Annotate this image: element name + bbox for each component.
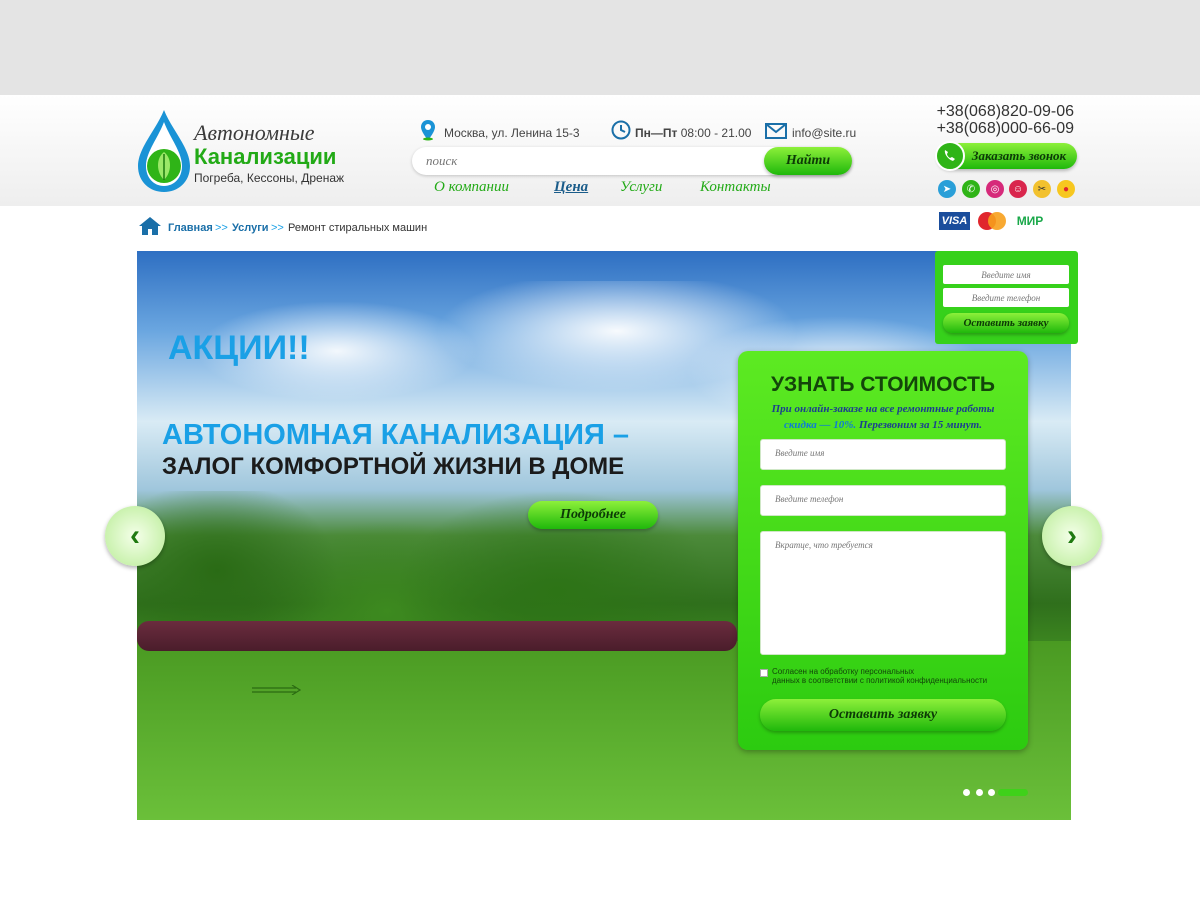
telegram-icon[interactable]: ➤ (938, 180, 956, 198)
hero-title-line2: ЗАЛОГ КОМФОРТНОЙ ЖИЗНИ В ДОМЕ (162, 453, 625, 480)
search-button[interactable]: Найти (764, 147, 852, 175)
consent-checkbox[interactable] (760, 669, 768, 677)
drop-leaf-logo-icon (138, 110, 190, 192)
logo[interactable]: Автономные Канализации Погреба, Кессоны,… (136, 108, 346, 194)
slider-dot[interactable] (976, 789, 983, 796)
swipe-arrow-icon (252, 685, 302, 695)
slider-dot-active[interactable] (998, 789, 1028, 796)
work-hours: Пн—Пт 08:00 - 21.00 (635, 126, 751, 140)
name-field[interactable]: Введите имя (760, 439, 1006, 470)
whatsapp-icon (935, 141, 965, 171)
map-pin-icon (421, 120, 435, 141)
message-field[interactable]: Вкратце, что требуется (760, 531, 1006, 655)
consent-checkbox-row[interactable]: Согласен на обработку персональных данны… (760, 667, 1020, 687)
slider-prev-button[interactable]: ‹ (105, 506, 165, 566)
consent-line2: данных в соответствии с политикой конфид… (772, 676, 988, 685)
callback-label: Заказать звонок (971, 148, 1067, 163)
quick-name-field[interactable]: Введите имя (943, 265, 1069, 284)
instagram-icon[interactable]: ◎ (986, 180, 1004, 198)
mastercard-logo (976, 212, 1008, 230)
logo-title-line1: Автономные (194, 120, 315, 145)
breadcrumb-home[interactable]: Главная (168, 222, 213, 234)
callback-button[interactable]: Заказать звонок (935, 141, 1077, 171)
form-submit-button[interactable]: Оставить заявку (760, 699, 1006, 731)
home-icon[interactable] (138, 216, 162, 236)
mail-icon (765, 123, 787, 139)
slider-dot[interactable] (963, 789, 970, 796)
top-gray-bar (0, 0, 1200, 95)
nav-item-about[interactable]: О компании (434, 179, 509, 196)
breadcrumb-services[interactable]: Услуги (232, 222, 269, 234)
work-days: Пн—Пт (635, 126, 678, 140)
slider-dot[interactable] (988, 789, 995, 796)
hero-title-line1: АВТОНОМНАЯ КАНАЛИЗАЦИЯ – (162, 419, 630, 451)
more-button[interactable]: Подробнее (528, 501, 658, 529)
avito-icon[interactable]: ● (1057, 180, 1075, 198)
quick-phone-field[interactable]: Введите телефон (943, 288, 1069, 307)
form-title: УЗНАТЬ СТОИМОСТЬ (770, 373, 996, 396)
hero-hedge (137, 621, 737, 651)
breadcrumb-current: Ремонт стиральных машин (288, 222, 428, 234)
search-input[interactable] (426, 152, 756, 170)
odnoklassniki-icon[interactable]: ☺ (1009, 180, 1027, 198)
form-subtitle-end: Перезвоним за 15 минут. (858, 419, 983, 431)
form-subtitle-start: При онлайн-заказе на все ремонтные работ… (771, 403, 995, 415)
address-text: Москва, ул. Ленина 15-3 (444, 126, 580, 140)
phone-field[interactable]: Введите телефон (760, 485, 1006, 516)
consent-text: Согласен на обработку персональных данны… (772, 667, 1012, 685)
quick-request-form: Введите имя Введите телефон Оставить зая… (935, 251, 1078, 344)
slider-next-button[interactable]: › (1042, 506, 1102, 566)
breadcrumb-separator: >> (215, 222, 228, 234)
search-bar: Найти (412, 147, 852, 175)
work-time: 08:00 - 21.00 (680, 126, 752, 140)
form-subtitle: При онлайн-заказе на все ремонтные работ… (754, 401, 1012, 433)
logo-tagline: Погреба, Кессоны, Дренаж (194, 171, 345, 185)
quick-submit-button[interactable]: Оставить заявку (943, 313, 1069, 333)
whatsapp-icon[interactable]: ✆ (962, 180, 980, 198)
nav-item-contacts[interactable]: Контакты (700, 179, 771, 196)
phone-2[interactable]: +38(068)000-66-09 (937, 120, 1074, 138)
price-request-form: УЗНАТЬ СТОИМОСТЬ При онлайн-заказе на вс… (738, 351, 1028, 750)
clock-icon (611, 120, 631, 140)
email-link[interactable]: info@site.ru (792, 126, 856, 140)
nav-item-services[interactable]: Услуги (620, 179, 662, 196)
mastercard-circles-icon (978, 212, 1006, 230)
consent-line1: Согласен на обработку персональных (772, 667, 915, 676)
logo-title-line2: Канализации (194, 144, 337, 169)
visa-logo: VISA (939, 212, 970, 230)
form-subtitle-discount: скидка — 10%. (783, 419, 857, 431)
phone-1[interactable]: +38(068)820-09-06 (937, 103, 1074, 121)
yandex-icon[interactable]: ✂ (1033, 180, 1051, 198)
breadcrumb-separator: >> (271, 222, 284, 234)
mir-logo: МИР (1016, 214, 1044, 228)
nav-item-price[interactable]: Цена (554, 179, 588, 196)
promo-heading: АКЦИИ!! (168, 329, 310, 367)
